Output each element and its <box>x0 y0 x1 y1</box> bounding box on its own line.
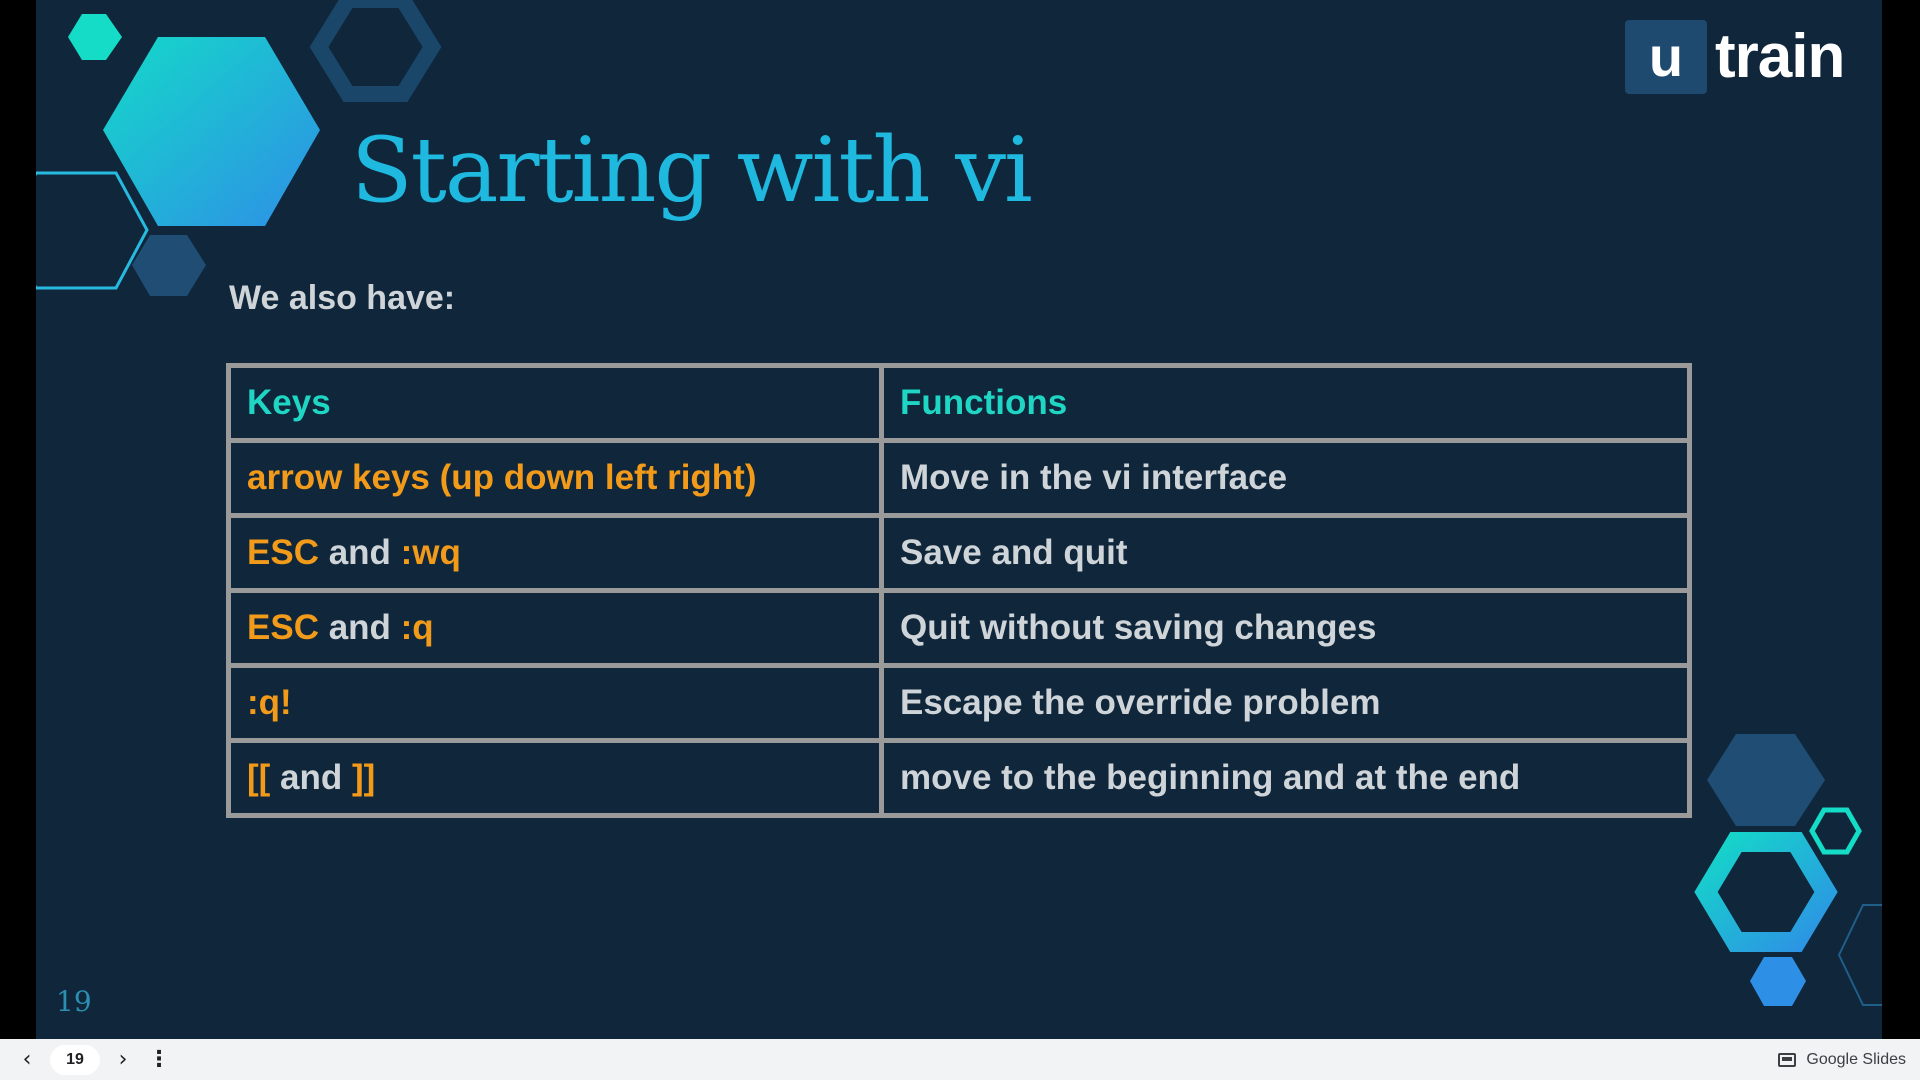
table-row: ESC and :q Quit without saving changes <box>226 588 1692 668</box>
key-text: and <box>318 533 401 572</box>
function-cell: move to the beginning and at the end <box>879 738 1692 818</box>
logo-box: u <box>1625 20 1707 94</box>
hexagon-outline-teal-small <box>1809 807 1862 855</box>
hexagon-outline-dark <box>309 0 442 102</box>
brand-label: Google Slides <box>1806 1050 1906 1068</box>
hexagon-outline-thin <box>1837 904 1882 1006</box>
key-cell: arrow keys (up down left right) <box>226 438 884 518</box>
key-text: ESC <box>247 533 319 572</box>
table-row: arrow keys (up down left right) Move in t… <box>226 438 1692 518</box>
header-functions: Functions <box>879 363 1692 443</box>
key-text: ]] <box>352 758 376 797</box>
hexagon-dark-right <box>1707 734 1825 826</box>
slide-number: 19 <box>56 985 92 1018</box>
hexagon-small-teal <box>68 14 122 60</box>
hexagon-small-blue <box>1750 957 1806 1006</box>
presentation-toolbar: ‹ 19 › ⋮ Google Slides <box>0 1039 1920 1080</box>
chevron-left-icon[interactable]: ‹ <box>12 1045 42 1075</box>
slide-subtitle: We also have: <box>229 279 456 317</box>
header-keys: Keys <box>226 363 884 443</box>
key-cell: :q! <box>226 663 884 743</box>
chevron-right-icon[interactable]: › <box>108 1045 138 1075</box>
page-number-indicator[interactable]: 19 <box>50 1044 100 1075</box>
key-cell: ESC and :q <box>226 588 884 668</box>
slides-icon <box>1778 1052 1797 1067</box>
key-text: ESC <box>247 608 319 647</box>
hexagon-small-dark <box>132 235 206 296</box>
key-text: :wq <box>400 533 461 572</box>
key-text: and <box>318 608 401 647</box>
utrain-logo: u train <box>1625 20 1845 94</box>
hexagon-large-gradient <box>103 37 320 226</box>
function-cell: Quit without saving changes <box>879 588 1692 668</box>
key-text: and <box>270 758 352 797</box>
slide-canvas: u train Starting with vi We also have: K… <box>36 0 1882 1039</box>
hexagon-thick-ring <box>1694 832 1838 952</box>
table-row: [[ and ]] move to the beginning and at th… <box>226 738 1692 818</box>
more-vert-icon[interactable]: ⋮ <box>144 1045 174 1075</box>
logo-text: train <box>1715 22 1845 91</box>
function-cell: Escape the override problem <box>879 663 1692 743</box>
table-header-row: Keys Functions <box>226 363 1692 443</box>
key-text: :q! <box>247 683 292 722</box>
table-row: :q! Escape the override problem <box>226 663 1692 743</box>
key-text: [[ <box>247 758 271 797</box>
key-text: :q <box>400 608 434 647</box>
slide-title: Starting with vi <box>351 118 1033 223</box>
table-row: ESC and :wq Save and quit <box>226 513 1692 593</box>
key-text: arrow keys (up down left right) <box>247 458 757 497</box>
google-slides-brand[interactable]: Google Slides <box>1778 1039 1906 1080</box>
function-cell: Save and quit <box>879 513 1692 593</box>
key-cell: ESC and :wq <box>226 513 884 593</box>
hexagon-outline-teal <box>36 171 149 290</box>
key-cell: [[ and ]] <box>226 738 884 818</box>
function-cell: Move in the vi interface <box>879 438 1692 518</box>
keys-functions-table: Keys Functions arrow keys (up down left … <box>226 363 1692 818</box>
